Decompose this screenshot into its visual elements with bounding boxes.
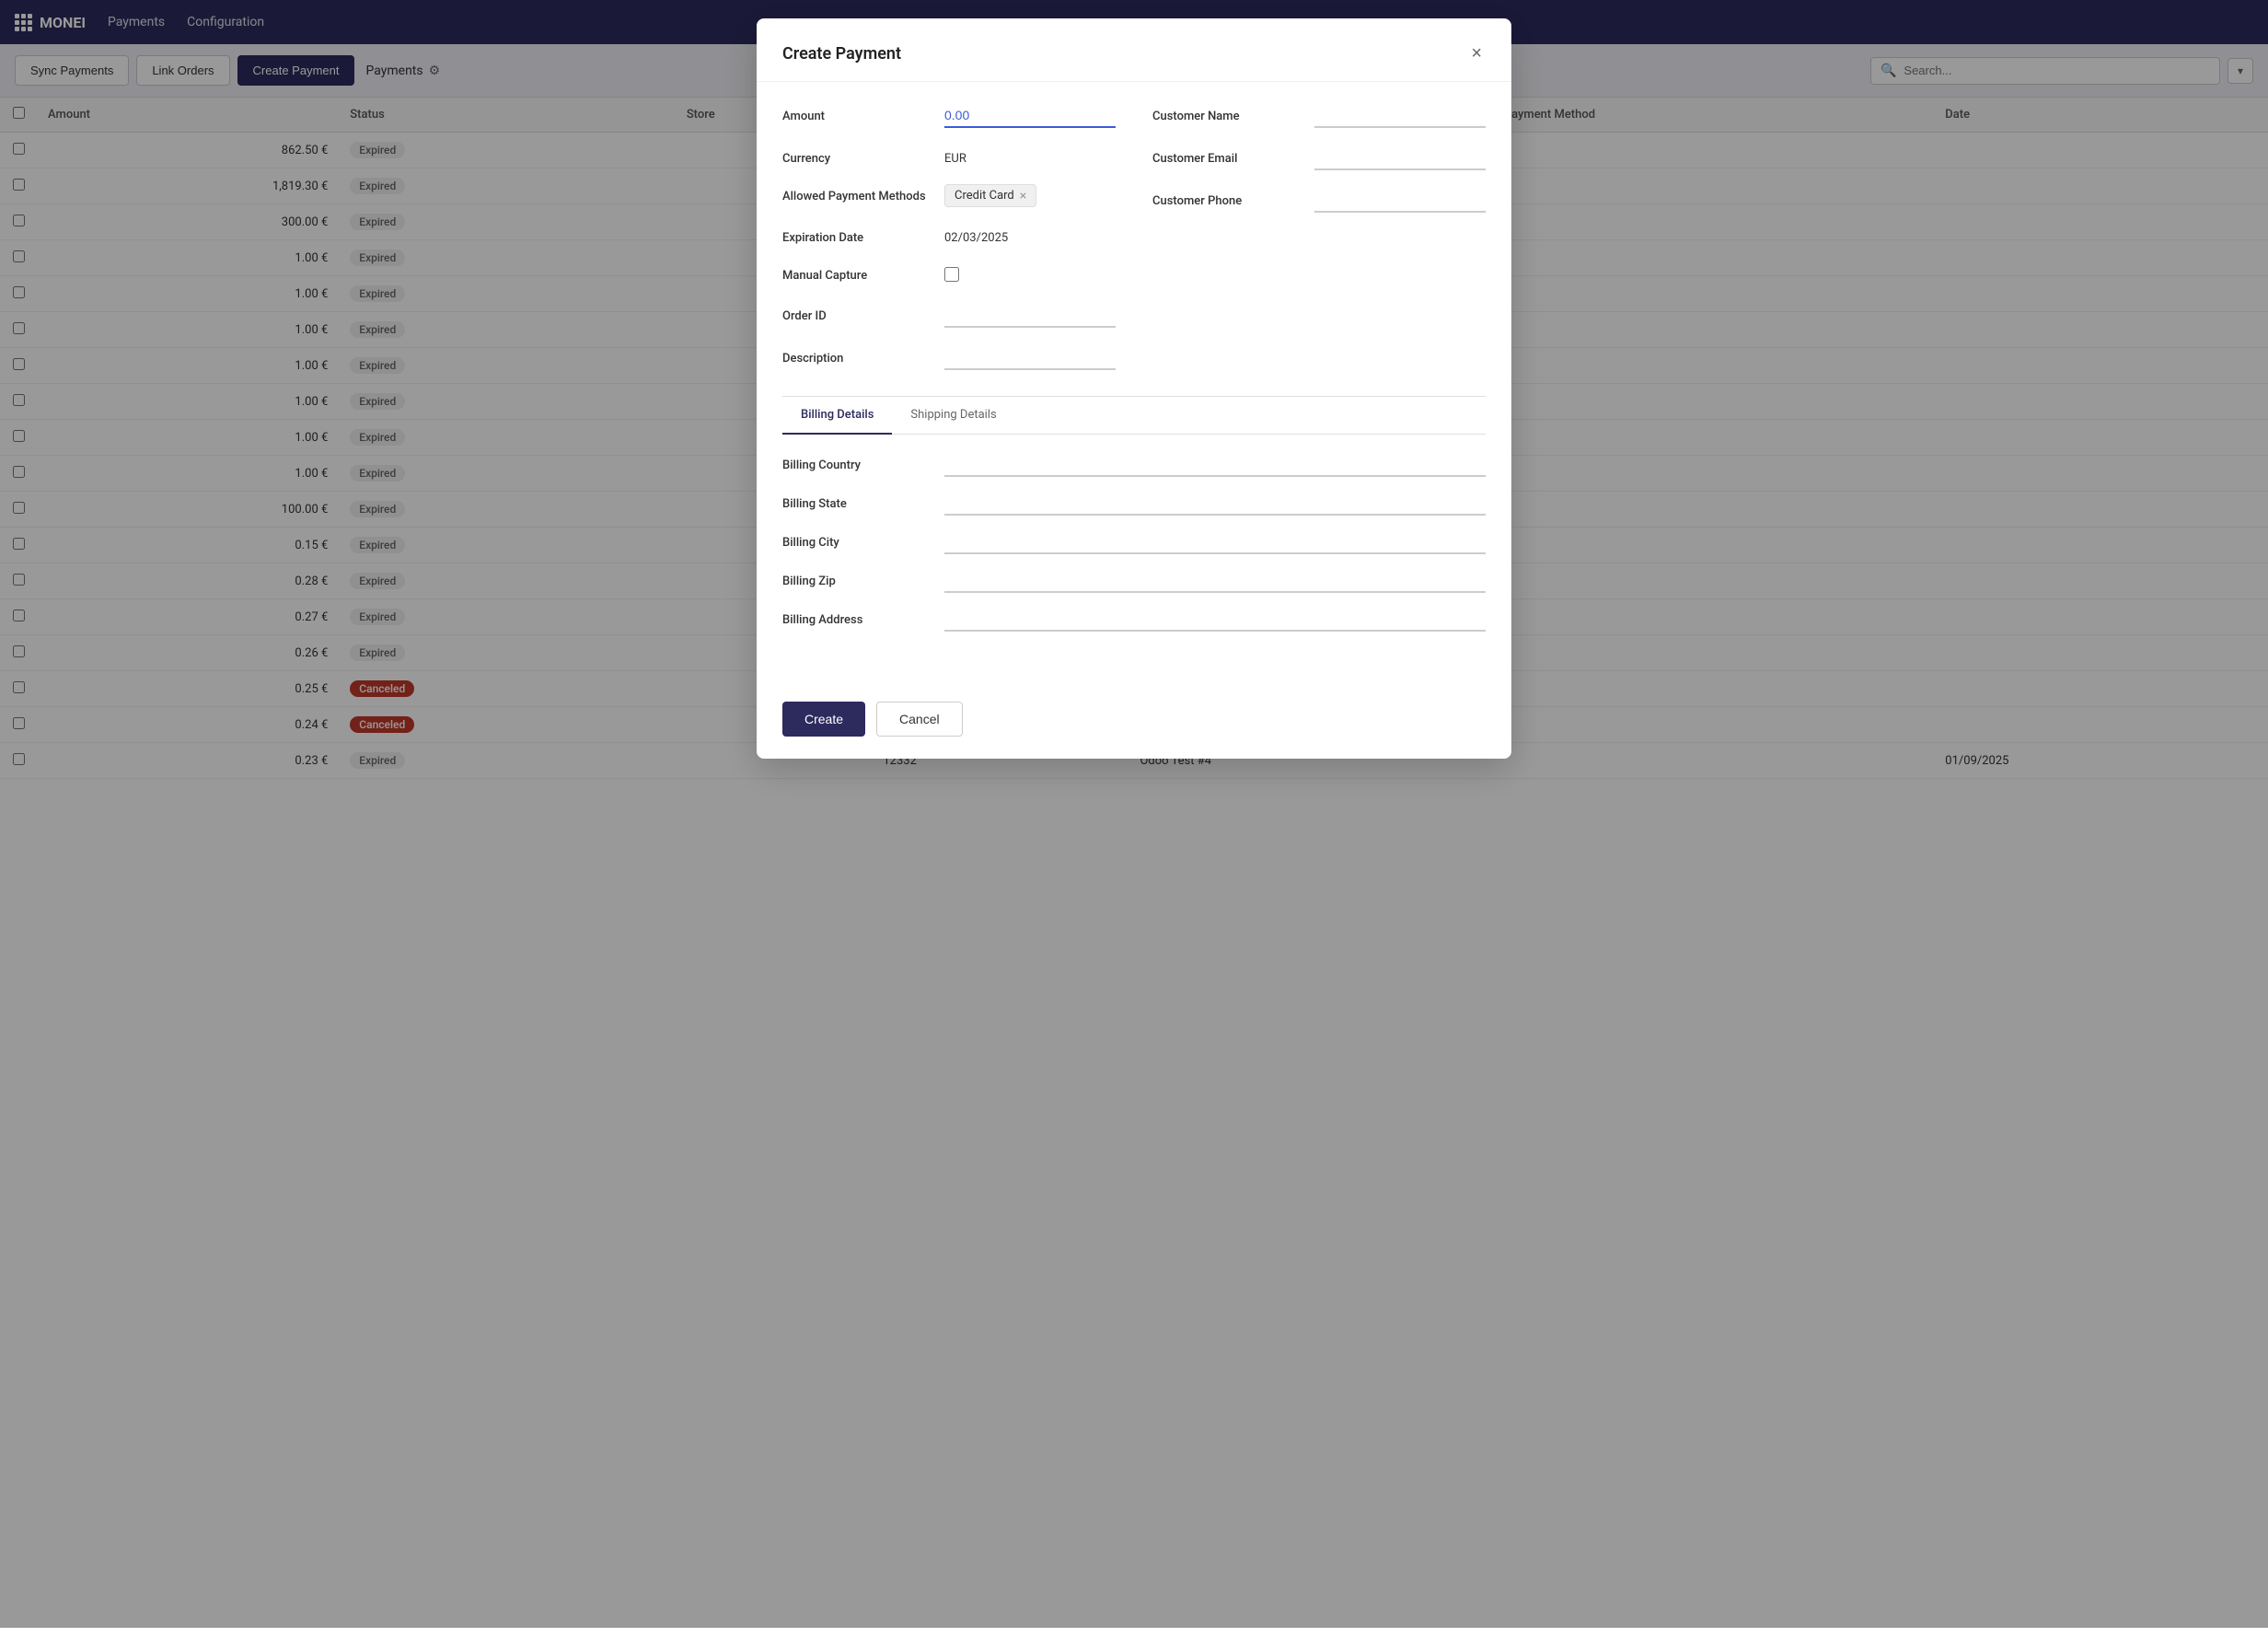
form-grid: Amount Currency EUR Allowed Payment Meth… [782,104,1486,389]
billing-zip-input[interactable] [944,569,1486,593]
billing-state-label: Billing State [782,497,930,511]
currency-label: Currency [782,146,930,166]
customer-phone-row: Customer Phone [1152,189,1486,213]
billing-country-row: Billing Country [782,453,1486,477]
form-left-column: Amount Currency EUR Allowed Payment Meth… [782,104,1116,389]
customer-email-row: Customer Email [1152,146,1486,170]
credit-card-tag-label: Credit Card [955,189,1014,203]
manual-capture-checkbox[interactable] [944,267,959,282]
order-id-input[interactable] [944,304,1116,328]
modal-close-button[interactable]: × [1467,41,1486,66]
manual-capture-label: Manual Capture [782,263,930,283]
amount-input[interactable] [944,104,1116,128]
tabs-header: Billing Details Shipping Details [782,397,1486,435]
payment-methods-label: Allowed Payment Methods [782,184,930,203]
billing-zip-label: Billing Zip [782,575,930,588]
modal-overlay: Create Payment × Amount Currency EUR [0,0,2268,1628]
billing-address-label: Billing Address [782,613,930,627]
create-payment-modal: Create Payment × Amount Currency EUR [757,18,1511,759]
description-label: Description [782,346,930,366]
expiration-date-row: Expiration Date 02/03/2025 [782,226,1116,245]
billing-state-row: Billing State [782,492,1486,516]
currency-row: Currency EUR [782,146,1116,166]
order-id-label: Order ID [782,304,930,323]
expiration-date-value: 02/03/2025 [944,226,1008,245]
billing-address-row: Billing Address [782,608,1486,632]
credit-card-tag: Credit Card × [944,184,1036,207]
payment-methods-row: Allowed Payment Methods Credit Card × [782,184,1116,207]
manual-capture-checkbox-wrapper [944,263,959,285]
amount-label: Amount [782,104,930,123]
customer-email-label: Customer Email [1152,146,1300,166]
order-id-row: Order ID [782,304,1116,328]
modal-body: Amount Currency EUR Allowed Payment Meth… [757,82,1511,687]
modal-header: Create Payment × [757,18,1511,82]
billing-country-input[interactable] [944,453,1486,477]
description-input[interactable] [944,346,1116,370]
tabs-section: Billing Details Shipping Details Billing… [782,396,1486,665]
expiration-date-label: Expiration Date [782,226,930,245]
billing-country-label: Billing Country [782,459,930,472]
billing-tab-body: Billing Country Billing State Billing Ci… [782,435,1486,665]
billing-city-row: Billing City [782,530,1486,554]
customer-phone-input[interactable] [1314,189,1486,213]
form-right-column: Customer Name Customer Email Customer Ph… [1152,104,1486,389]
tab-shipping-details[interactable]: Shipping Details [892,397,1014,435]
customer-name-input[interactable] [1314,104,1486,128]
billing-city-label: Billing City [782,536,930,550]
customer-email-input[interactable] [1314,146,1486,170]
remove-credit-card-button[interactable]: × [1020,190,1026,203]
billing-address-input[interactable] [944,608,1486,632]
billing-city-input[interactable] [944,530,1486,554]
billing-state-input[interactable] [944,492,1486,516]
customer-phone-label: Customer Phone [1152,189,1300,208]
manual-capture-row: Manual Capture [782,263,1116,285]
modal-footer: Create Cancel [757,687,1511,759]
tab-billing-details[interactable]: Billing Details [782,397,892,435]
currency-value: EUR [944,146,966,166]
customer-name-label: Customer Name [1152,104,1300,123]
description-row: Description [782,346,1116,370]
create-button[interactable]: Create [782,702,865,737]
modal-title: Create Payment [782,44,901,64]
cancel-button[interactable]: Cancel [876,702,963,737]
billing-zip-row: Billing Zip [782,569,1486,593]
payment-methods-tags: Credit Card × [944,184,1036,207]
amount-row: Amount [782,104,1116,128]
customer-name-row: Customer Name [1152,104,1486,128]
